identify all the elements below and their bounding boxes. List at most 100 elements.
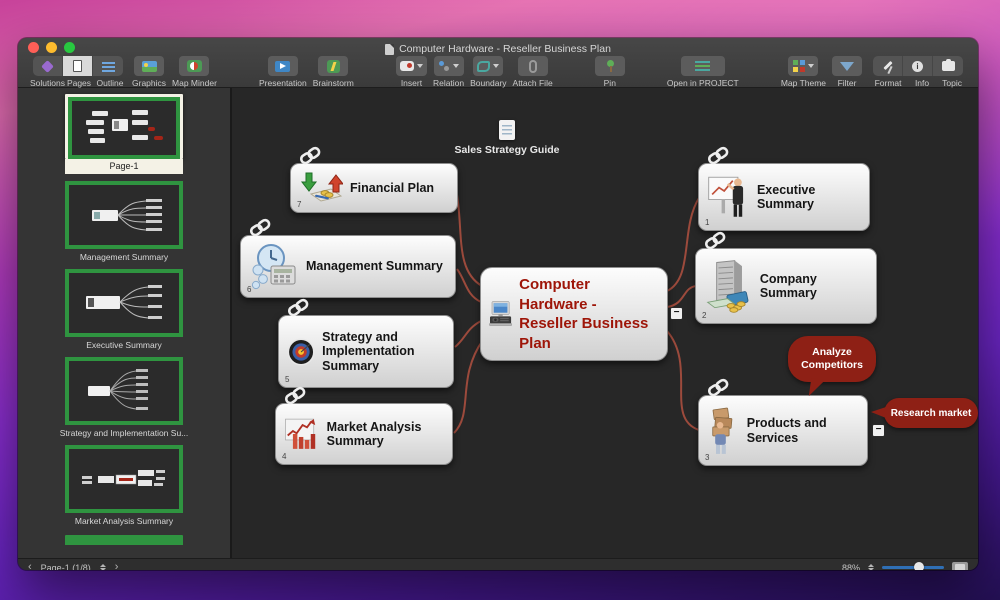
topic-label: Executive Summary [757, 183, 859, 212]
topic-management-summary[interactable]: Management Summary 6 [240, 235, 456, 298]
pages-sidebar: Page-1 Management Summary [18, 88, 232, 558]
info-button[interactable]: i [903, 56, 933, 76]
zoom-button[interactable] [64, 42, 75, 53]
attach-file-button[interactable]: Attach File [513, 56, 553, 88]
map-theme-icon [793, 60, 805, 72]
chevron-down-icon [493, 64, 499, 68]
page-thumbnail[interactable]: Executive Summary [65, 269, 183, 350]
page-thumbnail-label: Management Summary [80, 252, 168, 262]
hyperlink-icon [707, 377, 731, 400]
collapse-toggle[interactable]: − [872, 424, 885, 437]
central-topic-label: Computer Hardware - Reseller Business Pl… [519, 275, 657, 353]
previous-page-button[interactable]: ‹ [28, 562, 32, 570]
topic-number: 6 [247, 285, 251, 294]
solutions-button[interactable] [33, 56, 63, 76]
page-indicator: Page-1 (1/8) [41, 563, 91, 571]
attach-file-icon [529, 60, 537, 73]
app-window: Computer Hardware - Reseller Business Pl… [18, 38, 978, 570]
toolbar: Solutions Pages Outline Graphics Map Min… [18, 54, 978, 88]
collapse-toggle[interactable]: − [670, 307, 683, 320]
mind-map-canvas[interactable]: Sales Strategy Guide Computer Hardware -… [232, 88, 978, 558]
topic-strategy-implementation-summary[interactable]: Strategy and Implementation Summary 5 [278, 315, 454, 388]
topic-label: Topic [936, 78, 968, 88]
document-icon [385, 44, 394, 55]
outline-list-icon [102, 61, 115, 72]
zoom-slider-knob[interactable] [914, 562, 924, 570]
attachment-note[interactable]: Sales Strategy Guide [442, 120, 572, 156]
pin-button[interactable]: Pin [595, 56, 625, 88]
topic-badge-icon [942, 61, 955, 71]
hyperlink-icon [707, 145, 731, 168]
topic-executive-summary[interactable]: Executive Summary 1 [698, 163, 870, 231]
callout-label: Analyze Competitors [788, 346, 876, 372]
hyperlink-icon [299, 145, 323, 168]
target-icon [287, 325, 315, 379]
map-minder-button[interactable]: Map Minder [172, 56, 217, 88]
central-topic[interactable]: Computer Hardware - Reseller Business Pl… [480, 267, 668, 361]
relation-button[interactable]: Relation [433, 56, 464, 88]
hyperlink-icon [249, 217, 273, 240]
toolbar-group-inspect: i Format Info Topic [868, 56, 968, 88]
topic-products-and-services[interactable]: Products and Services 3 − [698, 395, 868, 466]
fit-page-icon[interactable] [952, 562, 968, 570]
window-title: Computer Hardware - Reseller Business Pl… [399, 43, 611, 55]
page-thumbnail-label: Strategy and Implementation Su... [60, 428, 189, 438]
topic-label: Financial Plan [350, 181, 434, 195]
chevron-down-icon [808, 64, 814, 68]
format-pen-icon [882, 60, 894, 72]
zoom-slider[interactable] [882, 566, 944, 569]
close-button[interactable] [28, 42, 39, 53]
page-thumbnail[interactable]: Management Summary [65, 181, 183, 262]
page-thumbnail[interactable]: Page-1 [65, 94, 183, 174]
filter-button[interactable]: Filter [832, 56, 862, 88]
page-thumbnail[interactable]: Market Analysis Summary [65, 445, 183, 526]
financial-arrows-icon [299, 171, 343, 205]
chevron-down-icon [417, 64, 423, 68]
building-money-icon [704, 256, 753, 316]
page-thumbnail-partial[interactable] [65, 535, 183, 545]
page-thumbnail[interactable]: Strategy and Implementation Su... [60, 357, 189, 438]
presentation-button[interactable]: Presentation [259, 56, 307, 88]
callout-analyze-competitors[interactable]: Analyze Competitors [788, 336, 876, 382]
zoom-stepper[interactable] [868, 564, 874, 570]
topic-financial-plan[interactable]: Financial Plan 7 [290, 163, 458, 213]
topic-label: Strategy and Implementation Summary [322, 330, 443, 373]
mini-map-sketch [74, 188, 174, 242]
page-thumbnail-label: Page-1 [65, 159, 183, 174]
open-in-project-button[interactable]: Open in PROJECT [667, 56, 739, 88]
hyperlink-icon [704, 230, 728, 253]
boundary-icon [477, 61, 490, 72]
document-attachment-icon [499, 120, 515, 140]
relation-icon [438, 60, 450, 72]
format-label: Format [868, 78, 908, 88]
page-stepper[interactable] [100, 564, 106, 570]
minimize-button[interactable] [46, 42, 57, 53]
callout-research-market[interactable]: Research market [884, 398, 978, 428]
desktop-computer-icon [489, 283, 512, 345]
info-icon: i [912, 61, 923, 72]
solutions-diamond-icon [41, 60, 54, 73]
insert-button[interactable]: Insert [396, 56, 427, 88]
pages-icon [73, 60, 82, 72]
toolbar-group-views: Solutions Pages Outline [30, 56, 126, 88]
info-label: Info [908, 78, 936, 88]
outline-button[interactable] [93, 56, 123, 76]
hyperlink-icon [284, 385, 308, 408]
graphics-image-icon [142, 61, 157, 72]
outline-label: Outline [94, 78, 126, 88]
map-theme-button[interactable]: Map Theme [781, 56, 826, 88]
topic-number: 3 [705, 453, 709, 462]
window-title-group: Computer Hardware - Reseller Business Pl… [385, 38, 611, 55]
format-button[interactable] [873, 56, 903, 76]
boundary-button[interactable]: Boundary [470, 56, 506, 88]
graphics-button[interactable]: Graphics [132, 56, 166, 88]
solutions-label: Solutions [30, 78, 64, 88]
pages-button[interactable] [63, 56, 93, 76]
topic-company-summary[interactable]: Company Summary 2 [695, 248, 877, 324]
topic-button[interactable] [933, 56, 963, 76]
zoom-level: 88% [842, 563, 860, 571]
brainstorm-button[interactable]: Brainstorm [313, 56, 354, 88]
topic-market-analysis-summary[interactable]: Market Analysis Summary 4 [275, 403, 453, 465]
next-page-button[interactable]: › [115, 562, 119, 570]
title-bar[interactable]: Computer Hardware - Reseller Business Pl… [18, 38, 978, 54]
